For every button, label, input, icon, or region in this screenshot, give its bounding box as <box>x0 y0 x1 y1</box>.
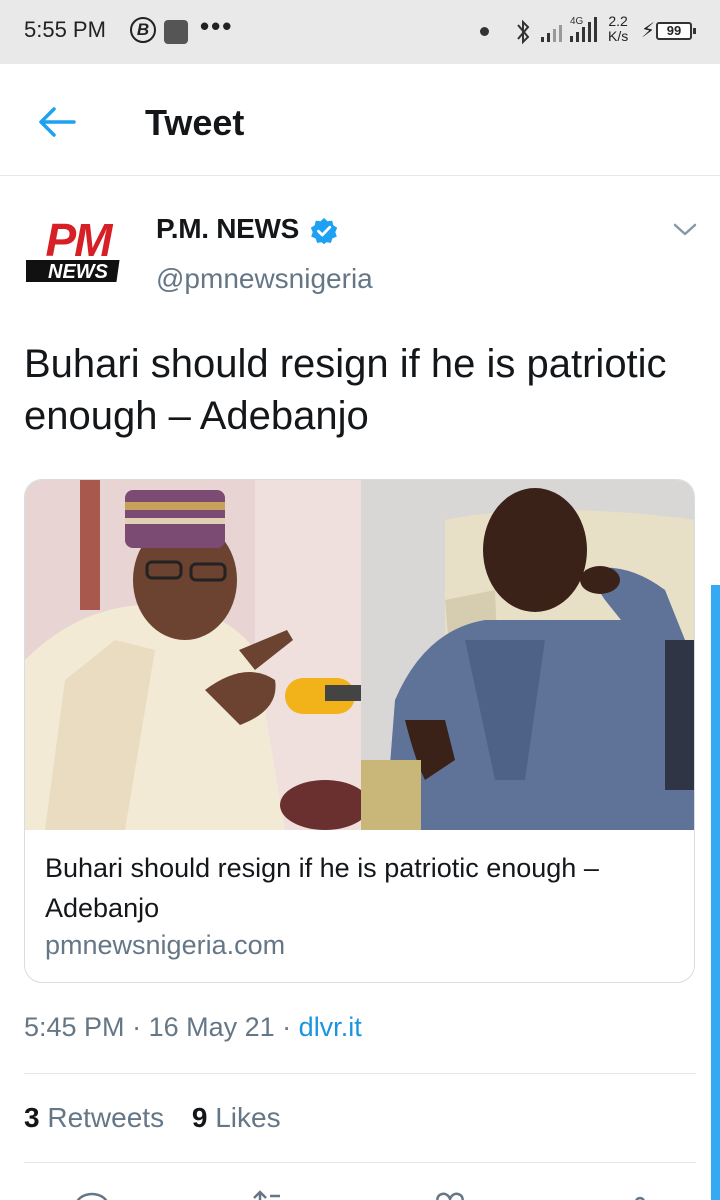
battery-level: 99 <box>656 22 696 40</box>
dot-icon <box>480 27 489 36</box>
bluetooth-icon <box>517 19 530 45</box>
verified-badge-icon <box>310 218 338 245</box>
meta-separator: · <box>132 1012 149 1042</box>
charging-icon: ⚡ <box>641 20 656 42</box>
back-arrow-icon[interactable] <box>36 104 76 140</box>
card-domain: pmnewsnigeria.com <box>45 930 286 960</box>
app-header: Tweet <box>0 64 720 176</box>
more-notifications-icon: ••• <box>200 11 234 41</box>
tweet-date: 16 May 21 <box>148 1012 275 1042</box>
retweets-stat[interactable]: 3 Retweets <box>24 1102 164 1133</box>
author-name[interactable]: P.M. NEWS <box>156 213 299 245</box>
card-image <box>25 480 694 830</box>
meta-separator: · <box>282 1012 299 1042</box>
tweet-actions <box>0 1180 720 1200</box>
likes-stat[interactable]: 9 Likes <box>192 1102 281 1133</box>
card-title: Buhari should resign if he is patriotic … <box>45 853 599 923</box>
tweet-text: Buhari should resign if he is patriotic … <box>24 342 667 438</box>
author-avatar[interactable]: PM NEWS <box>26 214 130 288</box>
chevron-down-icon[interactable] <box>672 222 698 238</box>
app-notification-icon <box>164 20 188 44</box>
scrollbar[interactable] <box>711 585 720 1200</box>
retweets-count: 3 <box>24 1102 40 1133</box>
network-speed-unit: K/s <box>608 28 629 44</box>
status-time: 5:55 PM <box>24 17 106 42</box>
author-handle[interactable]: @pmnewsnigeria <box>156 263 373 295</box>
b-app-icon: B <box>130 17 156 43</box>
tweet-source-link[interactable]: dlvr.it <box>299 1012 362 1042</box>
signal-weak-icon <box>541 25 562 42</box>
divider <box>24 1162 696 1163</box>
likes-label: Likes <box>215 1102 281 1133</box>
avatar-text-pm: PM <box>46 214 115 266</box>
status-bar: 5:55 PM B ••• 4G 2.2 K/s ⚡ 99 <box>0 0 720 64</box>
reply-icon[interactable] <box>72 1190 112 1200</box>
tweet-stats: 3 Retweets 9 Likes <box>24 1102 281 1134</box>
tweet-meta: 5:45 PM · 16 May 21 · dlvr.it <box>24 1012 362 1043</box>
divider <box>24 1073 696 1074</box>
retweets-label: Retweets <box>47 1102 165 1133</box>
page-title: Tweet <box>145 102 245 143</box>
link-card[interactable]: Buhari should resign if he is patriotic … <box>24 479 695 983</box>
share-icon[interactable] <box>620 1190 660 1200</box>
network-type-label: 4G <box>570 16 584 27</box>
retweet-icon[interactable] <box>246 1190 286 1200</box>
likes-count: 9 <box>191 1102 208 1133</box>
tweet-time: 5:45 PM <box>24 1012 125 1042</box>
avatar-text-news: NEWS <box>48 261 109 283</box>
signal-4g-icon: 4G <box>570 16 597 42</box>
network-speed-value: 2.2 <box>608 13 628 29</box>
like-icon[interactable] <box>430 1190 470 1200</box>
network-speed: 2.2 K/s <box>608 14 628 44</box>
